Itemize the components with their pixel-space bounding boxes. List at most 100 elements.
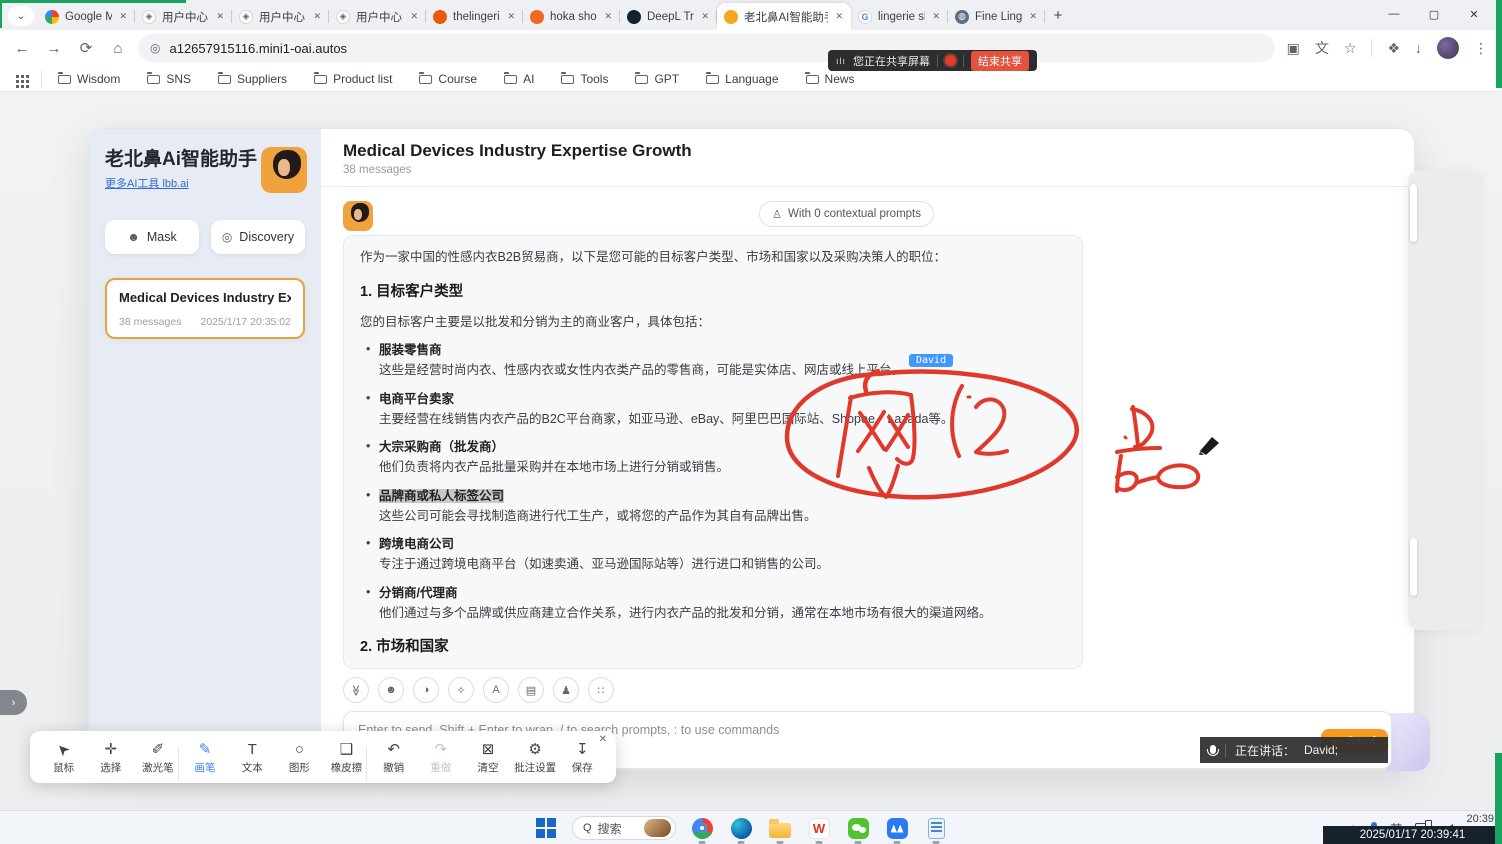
- minimize-button[interactable]: —: [1374, 8, 1414, 20]
- quick-action-button[interactable]: ◑: [413, 677, 439, 703]
- annotation-tool-button[interactable]: ✐ 激光笔: [135, 741, 180, 775]
- cast-icon[interactable]: ▣: [1287, 40, 1300, 57]
- bookmark-folder[interactable]: SNS: [147, 72, 191, 86]
- bookmark-folder[interactable]: GPT: [635, 72, 679, 86]
- record-dot-icon: [945, 55, 956, 66]
- bookmark-folder[interactable]: Suppliers: [218, 72, 287, 86]
- annotation-tool-button[interactable]: ⊠ 清空: [465, 741, 510, 775]
- bookmark-folder[interactable]: Product list: [314, 72, 392, 86]
- maximize-button[interactable]: ▢: [1414, 8, 1454, 21]
- taskbar-search-input[interactable]: Q 搜索: [572, 816, 676, 840]
- annotation-tool-button[interactable]: ○ 图形: [277, 741, 322, 775]
- quick-action-button[interactable]: ☻: [378, 677, 404, 703]
- bookmark-folder[interactable]: Course: [419, 72, 477, 86]
- tab-close-icon[interactable]: ✕: [409, 11, 419, 22]
- browser-tab[interactable]: 老北鼻AI智能助手 ✕: [717, 3, 851, 30]
- browser-tab[interactable]: G lingerie shop - G ✕: [851, 3, 948, 30]
- tab-close-icon[interactable]: ✕: [1028, 11, 1038, 22]
- tool-label: 橡皮擦: [331, 760, 363, 775]
- contextual-prompts-pill[interactable]: ♙ With 0 contextual prompts: [759, 201, 934, 227]
- toolbar-close-icon[interactable]: ✕: [599, 734, 607, 745]
- annotation-tool-button[interactable]: ↧ 保存: [560, 741, 605, 775]
- bookmark-label: Language: [725, 72, 778, 86]
- chrome-icon[interactable]: [689, 815, 715, 841]
- expand-handle[interactable]: ›: [0, 690, 27, 715]
- apps-grid-icon[interactable]: [16, 75, 19, 78]
- folder-icon: [806, 75, 819, 84]
- edge-icon[interactable]: [728, 815, 754, 841]
- stop-sharing-button[interactable]: 结束共享: [971, 51, 1029, 71]
- wps-icon[interactable]: [806, 815, 832, 841]
- annotation-tool-button[interactable]: ✎ 画笔: [183, 741, 228, 775]
- annotation-tool-button[interactable]: ⚙ 批注设置: [513, 741, 558, 775]
- annotation-tool-button[interactable]: ❑ 橡皮擦: [324, 741, 369, 775]
- more-tools-link[interactable]: 更多AI工具 lbb.ai: [105, 175, 189, 191]
- menu-icon[interactable]: ⋮: [1474, 40, 1488, 57]
- browser-tab[interactable]: Google Maps ✕: [38, 3, 135, 30]
- meeting-app-icon[interactable]: [884, 815, 910, 841]
- browser-tab[interactable]: thelingerieshop ✕: [426, 3, 523, 30]
- scrollbar-thumb[interactable]: [1410, 538, 1417, 596]
- back-icon[interactable]: ←: [10, 40, 34, 57]
- tab-close-icon[interactable]: ✕: [834, 11, 844, 22]
- quick-action-button[interactable]: ▤: [518, 677, 544, 703]
- tab-close-icon[interactable]: ✕: [931, 11, 941, 22]
- clock[interactable]: 20:39: [1466, 813, 1494, 825]
- tab-close-icon[interactable]: ✕: [312, 11, 322, 22]
- wechat-icon[interactable]: [845, 815, 871, 841]
- contextual-prompts-label: With 0 contextual prompts: [788, 208, 921, 220]
- bookmark-folder[interactable]: AI: [504, 72, 534, 86]
- discovery-button[interactable]: ◎ Discovery: [211, 220, 305, 254]
- quick-action-button[interactable]: ∷: [588, 677, 614, 703]
- url-input[interactable]: ◎ a12657915116.mini1-oai.autos: [138, 34, 1275, 62]
- list-item: 服装零售商 这些是经营时尚内衣、性感内衣或女性内衣类产品的零售商，可能是实体店、…: [379, 341, 1066, 380]
- tab-search-button[interactable]: ⌄: [8, 6, 34, 26]
- close-window-button[interactable]: ✕: [1454, 8, 1494, 21]
- tab-close-icon[interactable]: ✕: [700, 11, 710, 22]
- annotation-tool-button[interactable]: ➤ 鼠标: [41, 741, 86, 775]
- browser-tab[interactable]: DeepL Translate: ✕: [620, 3, 717, 30]
- bookmark-folder[interactable]: Wisdom: [58, 72, 120, 86]
- quick-action-button[interactable]: ≫: [343, 677, 369, 703]
- translate-icon[interactable]: 文: [1315, 38, 1329, 58]
- tab-close-icon[interactable]: ✕: [603, 11, 613, 22]
- tool-label: 保存: [572, 760, 593, 775]
- tab-close-icon[interactable]: ✕: [118, 11, 128, 22]
- tab-title: Google Maps: [65, 11, 112, 23]
- bookmark-folder[interactable]: News: [806, 72, 855, 86]
- tab-strip: ⌄ Google Maps ✕ ◈ 用户中心 - 首页 ✕ ◈ 用户中心 - 首…: [0, 0, 1502, 30]
- bookmark-folder[interactable]: Tools: [561, 72, 608, 86]
- address-bar-actions: ▣ 文 ☆ ❖ ↓ ⋮: [1283, 37, 1492, 59]
- quick-action-button[interactable]: ✧: [448, 677, 474, 703]
- new-tab-button[interactable]: +: [1045, 7, 1071, 24]
- browser-tab[interactable]: ◍ Fine Lingerie, Sle ✕: [948, 3, 1045, 30]
- home-icon[interactable]: ⌂: [106, 40, 130, 57]
- annotation-tool-button[interactable]: T 文本: [230, 741, 275, 775]
- quick-action-icon: ✧: [456, 684, 465, 697]
- quick-action-button[interactable]: ♟: [553, 677, 579, 703]
- extensions-icon[interactable]: ❖: [1387, 40, 1400, 57]
- start-button[interactable]: [533, 815, 559, 841]
- browser-tab[interactable]: ◈ 用户中心 - 首页 ✕: [232, 3, 329, 30]
- forward-icon[interactable]: →: [42, 40, 66, 57]
- quick-action-button[interactable]: A: [483, 677, 509, 703]
- file-explorer-icon[interactable]: [767, 815, 793, 841]
- profile-avatar[interactable]: [1437, 37, 1459, 59]
- annotation-tool-button[interactable]: ✛ 选择: [88, 741, 133, 775]
- tab-close-icon[interactable]: ✕: [215, 11, 225, 22]
- site-info-icon[interactable]: ◎: [150, 41, 160, 55]
- notepad-icon[interactable]: [923, 815, 949, 841]
- tab-close-icon[interactable]: ✕: [506, 11, 516, 22]
- bookmark-folder[interactable]: Language: [706, 72, 778, 86]
- browser-tab[interactable]: hoka shoes: Ove ✕: [523, 3, 620, 30]
- mask-button[interactable]: ☻ Mask: [105, 220, 199, 254]
- downloads-icon[interactable]: ↓: [1415, 40, 1422, 56]
- browser-tab[interactable]: ◈ 用户中心 - 首页 ✕: [135, 3, 232, 30]
- browser-tab[interactable]: ◈ 用户中心 - 首页 ✕: [329, 3, 426, 30]
- bookmark-star-icon[interactable]: ☆: [1344, 40, 1357, 57]
- chat-list-item[interactable]: Medical Devices Industry Exp... 38 messa…: [105, 278, 305, 339]
- reload-icon[interactable]: ⟳: [74, 39, 98, 57]
- annotation-tool-button[interactable]: ↶ 撤销: [371, 741, 416, 775]
- annotation-tool-button[interactable]: ↷ 重做: [418, 741, 463, 775]
- scrollbar-thumb[interactable]: [1410, 184, 1417, 242]
